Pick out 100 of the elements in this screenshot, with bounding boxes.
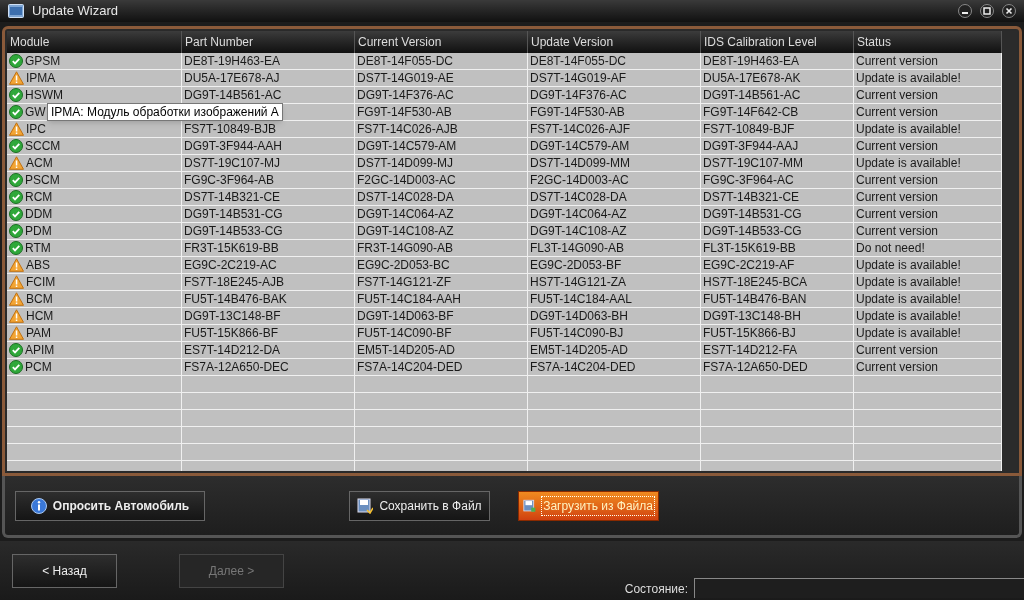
table-cell: DS7T-19C107-MM xyxy=(701,155,854,171)
table-cell: EG9C-2D053-BC xyxy=(355,257,528,273)
module-name: APIM xyxy=(25,342,55,358)
module-name: PSCM xyxy=(25,172,60,188)
table-cell: DS7T-14D099-MM xyxy=(528,155,701,171)
table-cell: FS7T-14C026-AJB xyxy=(355,121,528,137)
table-cell: FS7T-18E245-AJB xyxy=(182,274,355,290)
minimize-icon[interactable] xyxy=(958,4,972,18)
table-cell: DG9T-14C108-AZ xyxy=(528,223,701,239)
check-icon xyxy=(9,360,23,374)
module-name: PAM xyxy=(26,325,52,341)
table-cell: DG9T-14C579-AM xyxy=(355,138,528,154)
table-cell: ES7T-14D212-DA xyxy=(182,342,355,358)
column-header[interactable]: IDS Calibration Level xyxy=(701,31,854,53)
module-name: SCCM xyxy=(25,138,61,154)
table-cell: FL3T-15K619-BB xyxy=(701,240,854,256)
table-cell: FG9C-3F964-AB xyxy=(182,172,355,188)
table-cell: EM5T-14D205-AD xyxy=(355,342,528,358)
action-button[interactable]: Сохранить в Файл xyxy=(349,490,490,521)
table-cell: DG9T-14C064-AZ xyxy=(355,206,528,222)
module-name: HSWM xyxy=(25,87,63,103)
table-cell: FS7A-12A650-DED xyxy=(701,359,854,375)
warning-icon xyxy=(9,122,24,136)
table-cell: DS7T-14C028-DA xyxy=(355,189,528,205)
warning-icon xyxy=(9,309,24,323)
table-cell: FU5T-15K866-BF xyxy=(182,325,355,341)
table-cell: FR3T-14G090-AB xyxy=(355,240,528,256)
check-icon xyxy=(9,105,23,119)
table-cell: DS7T-14B321-CE xyxy=(182,189,355,205)
table-cell: DG9T-14B533-CG xyxy=(701,223,854,239)
table-cell: FS7T-14C026-AJF xyxy=(528,121,701,137)
check-icon xyxy=(9,241,23,255)
window-icon xyxy=(8,4,24,18)
check-icon xyxy=(9,224,23,238)
table-cell: FU5T-14B476-BAK xyxy=(182,291,355,307)
module-name: BCM xyxy=(26,291,53,307)
table-cell: DG9T-13C148-BH xyxy=(701,308,854,324)
table-cell: DG9T-3F944-AAH xyxy=(182,138,355,154)
table-cell: FG9T-14F642-CB xyxy=(701,104,854,120)
table-cell: DU5A-17E678-AJ xyxy=(182,70,355,86)
module-name: IPC xyxy=(26,121,46,137)
maximize-icon[interactable] xyxy=(980,4,994,18)
table-cell: DS7T-14C028-DA xyxy=(528,189,701,205)
table-cell: FU5T-14B476-BAN xyxy=(701,291,854,307)
table-cell: DG9T-14D063-BH xyxy=(528,308,701,324)
table-cell: DG9T-13C148-BF xyxy=(182,308,355,324)
check-icon xyxy=(9,54,23,68)
table-cell: DG9T-14B531-CG xyxy=(701,206,854,222)
close-icon[interactable] xyxy=(1002,4,1016,18)
check-icon xyxy=(9,139,23,153)
column-header[interactable]: Update Version xyxy=(528,31,701,53)
table-cell: FU5T-14C090-BJ xyxy=(528,325,701,341)
module-name: ABS xyxy=(26,257,50,273)
module-name: RTM xyxy=(25,240,51,256)
table-cell: DG9T-14D063-BF xyxy=(355,308,528,324)
table-cell: F2GC-14D003-AC xyxy=(528,172,701,188)
module-name: GPSM xyxy=(25,53,61,69)
warning-icon xyxy=(9,71,24,85)
table-cell: DG9T-14C579-AM xyxy=(528,138,701,154)
table-cell: EM5T-14D205-AD xyxy=(528,342,701,358)
table-cell: DG9T-14F376-AC xyxy=(355,87,528,103)
column-header[interactable]: Module xyxy=(7,31,182,53)
table-cell: HS7T-14G121-ZA xyxy=(528,274,701,290)
table-cell: FG9T-14F530-AB xyxy=(528,104,701,120)
module-name: RCM xyxy=(25,189,53,205)
table-cell: FS7A-14C204-DED xyxy=(528,359,701,375)
module-name: PCM xyxy=(25,359,52,375)
module-name: PDM xyxy=(25,223,52,239)
table-cell: DG9T-3F944-AAJ xyxy=(701,138,854,154)
module-name: ACM xyxy=(26,155,53,171)
table-cell: FL3T-14G090-AB xyxy=(528,240,701,256)
window-title: Update Wizard xyxy=(32,2,118,21)
check-icon xyxy=(9,343,23,357)
module-name: GW xyxy=(25,104,46,120)
table-cell: FR3T-15K619-BB xyxy=(182,240,355,256)
table-cell: FG9C-3F964-AC xyxy=(701,172,854,188)
nav-button[interactable]: < Назад xyxy=(12,553,117,588)
check-icon xyxy=(9,207,23,221)
column-header[interactable]: Part Number xyxy=(182,31,355,53)
tooltip: IPMA: Модуль обработки изображений А xyxy=(47,103,283,121)
table-cell: DU5A-17E678-AK xyxy=(701,70,854,86)
table-cell: F2GC-14D003-AC xyxy=(355,172,528,188)
table-cell: ES7T-14D212-FA xyxy=(701,342,854,358)
table-cell: DE8T-14F055-DC xyxy=(528,53,701,69)
warning-icon xyxy=(9,156,24,170)
table-cell: FU5T-14C184-AAL xyxy=(528,291,701,307)
table-cell: DG9T-14C064-AZ xyxy=(528,206,701,222)
action-button[interactable]: Опросить Автомобиль xyxy=(15,490,205,521)
check-icon xyxy=(9,88,23,102)
table-cell: FU5T-15K866-BJ xyxy=(701,325,854,341)
table-cell: FU5T-14C184-AAH xyxy=(355,291,528,307)
module-name: IPMA xyxy=(26,70,56,86)
warning-icon xyxy=(9,275,24,289)
column-header[interactable]: Current Version xyxy=(355,31,528,53)
table-cell: FG9T-14F530-AB xyxy=(355,104,528,120)
table-cell: DG9T-14C108-AZ xyxy=(355,223,528,239)
table-cell: EG9C-2D053-BF xyxy=(528,257,701,273)
table-cell: FS7A-14C204-DED xyxy=(355,359,528,375)
table-cell: FS7T-10849-BJF xyxy=(701,121,854,137)
info-icon xyxy=(30,497,47,514)
